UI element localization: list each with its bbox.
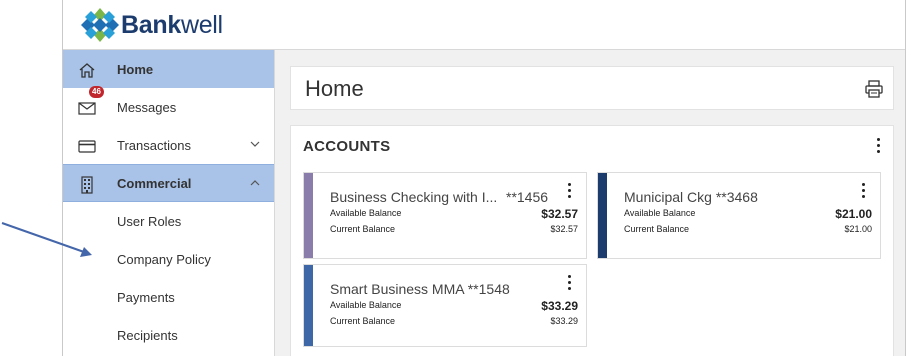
available-balance-label: Available Balance	[330, 300, 402, 310]
print-icon[interactable]	[865, 80, 883, 98]
sidebar-item-label: Messages	[117, 99, 177, 115]
logo-mark-icon	[81, 8, 119, 42]
available-balance-label: Available Balance	[330, 208, 402, 218]
unread-badge: 46	[89, 86, 104, 98]
current-balance-label: Current Balance	[624, 224, 690, 234]
sidebar-item-label: Transactions	[117, 137, 191, 153]
annotation-arrow-icon	[1, 222, 92, 257]
account-tile[interactable]: Business Checking with I... **1456 Avail…	[303, 172, 587, 259]
sidebar-item-commercial[interactable]: Commercial	[63, 164, 274, 202]
top-bar: Bankwell	[63, 0, 905, 50]
home-icon	[77, 61, 97, 79]
brand-name: Bankwell	[121, 10, 223, 39]
sidebar-item-label: Home	[117, 61, 154, 77]
accounts-panel: ACCOUNTS Business Checking with I... **1…	[290, 125, 894, 356]
current-balance-value: $33.29	[550, 316, 578, 326]
account-name: Smart Business MMA **1548	[330, 281, 510, 297]
sidebar-item-transactions[interactable]: Transactions	[63, 126, 274, 164]
building-icon	[77, 176, 97, 194]
account-tile[interactable]: Municipal Ckg **3468 Available Balance $…	[597, 172, 881, 259]
page-header: Home	[290, 66, 894, 110]
sidebar-item-payments[interactable]: Payments	[63, 278, 274, 316]
account-tile[interactable]: Smart Business MMA **1548 Available Bala…	[303, 264, 587, 347]
chevron-down-icon	[250, 141, 260, 147]
sidebar: Home 46 Messages Transactions Commercial…	[63, 50, 275, 356]
account-name: Business Checking with I...	[330, 189, 498, 205]
current-balance-label: Current Balance	[330, 316, 396, 326]
available-balance-value: $33.29	[541, 299, 578, 313]
sidebar-item-home[interactable]: Home	[63, 50, 274, 88]
sidebar-item-label: User Roles	[117, 213, 182, 229]
account-color-stripe	[598, 173, 607, 258]
main-content: Home ACCOUNTS Business Checking with I..…	[276, 50, 905, 356]
accounts-heading: ACCOUNTS	[303, 138, 391, 155]
card-icon	[77, 137, 97, 155]
bankwell-logo[interactable]: Bankwell	[81, 7, 223, 43]
available-balance-value: $32.57	[541, 207, 578, 221]
chevron-up-icon	[250, 180, 260, 186]
envelope-icon	[77, 99, 97, 117]
account-more-icon[interactable]	[564, 183, 574, 201]
available-balance-value: $21.00	[835, 207, 872, 221]
sidebar-item-messages[interactable]: 46 Messages	[63, 86, 274, 126]
current-balance-label: Current Balance	[330, 224, 396, 234]
current-balance-value: $21.00	[844, 224, 872, 234]
account-number: **1456	[506, 189, 549, 205]
account-name: Municipal Ckg **3468	[624, 189, 758, 205]
sidebar-item-label: Commercial	[117, 175, 192, 191]
account-more-icon[interactable]	[564, 275, 574, 293]
sidebar-item-label: Payments	[117, 289, 175, 305]
accounts-more-icon[interactable]	[873, 138, 883, 156]
page-title: Home	[305, 76, 364, 101]
current-balance-value: $32.57	[550, 224, 578, 234]
sidebar-item-recipients[interactable]: Recipients	[63, 316, 274, 354]
account-color-stripe	[304, 265, 313, 346]
sidebar-item-label: Recipients	[117, 327, 178, 343]
account-color-stripe	[304, 173, 313, 258]
sidebar-item-label: Company Policy	[117, 251, 211, 267]
app-frame: Bankwell Home 46 Messages Transactions C…	[62, 0, 906, 356]
account-more-icon[interactable]	[858, 183, 868, 201]
available-balance-label: Available Balance	[624, 208, 696, 218]
